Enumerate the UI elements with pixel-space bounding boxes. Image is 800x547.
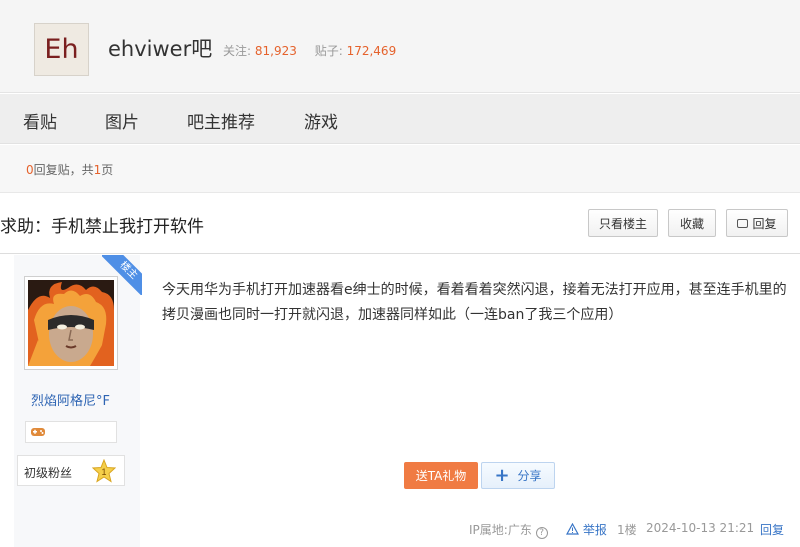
follow-label: 关注: [223,44,252,58]
reply-icon [737,218,749,228]
only-op-label: 只看楼主 [598,216,647,231]
avatar[interactable] [24,276,118,370]
reply-count: 0 [26,163,34,177]
send-gift-label: 送TA礼物 [415,469,467,483]
plus-icon: + [494,464,510,486]
forum-header: Eh ehviwer吧 关注: 81,923 贴子: 172,469 [0,0,800,93]
post-timestamp: 2024-10-13 21:21 [646,521,755,535]
reply-count-text: 0回复贴，共1页 [26,161,113,178]
report-link[interactable]: 举报 [565,521,607,538]
thread-title-row: 求助：手机禁止我打开软件 只看楼主 收藏 回复 [0,194,800,254]
rank-label: 初级粉丝 [24,466,73,480]
reply-button[interactable]: 回复 [726,209,788,237]
favorite-button[interactable]: 收藏 [668,209,716,237]
page-count-label: 页 [101,163,114,177]
posts-count: 172,469 [346,44,397,58]
author-name[interactable]: 烈焰阿格尼°F [31,390,110,409]
ip-location: IP属地:广东 ? [469,521,548,539]
ip-label: IP属地:广东 [469,523,532,537]
tab-posts[interactable]: 看贴 [23,108,57,133]
question-icon[interactable]: ? [535,527,548,539]
forum-logo-text: Eh [44,34,79,65]
tab-images[interactable]: 图片 [105,108,139,133]
post-content: 今天用华为手机打开加速器看e绅士的时候，看着看着突然闪退，接着无法打开应用，甚至… [162,282,787,323]
forum-stats: 关注: 81,923 贴子: 172,469 [223,42,410,59]
floor-number: 1楼 [617,523,637,537]
share-label: 分享 [517,469,542,483]
gamepad-icon [31,428,45,436]
tab-recommended[interactable]: 吧主推荐 [187,108,255,133]
nav-bar: 看贴 图片 吧主推荐 游戏 [0,94,800,144]
send-gift-button[interactable]: 送TA礼物 [404,462,478,489]
share-button[interactable]: + 分享 [481,462,555,489]
forum-name[interactable]: ehviwer吧 [108,33,212,63]
forum-logo[interactable]: Eh [34,23,89,76]
favorite-label: 收藏 [679,216,704,231]
page: Eh ehviwer吧 关注: 81,923 贴子: 172,469 看贴 图片… [0,0,800,547]
warning-icon [565,522,580,535]
floor-reply-link[interactable]: 回复 [760,521,784,538]
avatar-image [28,280,114,366]
rank-level: 1 [101,467,106,477]
thread-title: 求助：手机禁止我打开软件 [0,217,204,237]
reply-count-bar: 0回复贴，共1页 [0,145,800,193]
game-badge[interactable] [25,421,117,443]
report-label: 举报 [582,523,607,537]
reply-button-label: 回复 [752,216,777,231]
star-level-icon: 1 [92,459,116,483]
posts-label: 贴子: [314,44,343,58]
rank-badge[interactable]: 初级粉丝 1 [17,455,125,486]
only-op-button[interactable]: 只看楼主 [588,209,658,237]
follow-count: 81,923 [254,44,297,58]
reply-count-label: 回复贴，共 [33,163,94,177]
tab-games[interactable]: 游戏 [304,108,338,133]
